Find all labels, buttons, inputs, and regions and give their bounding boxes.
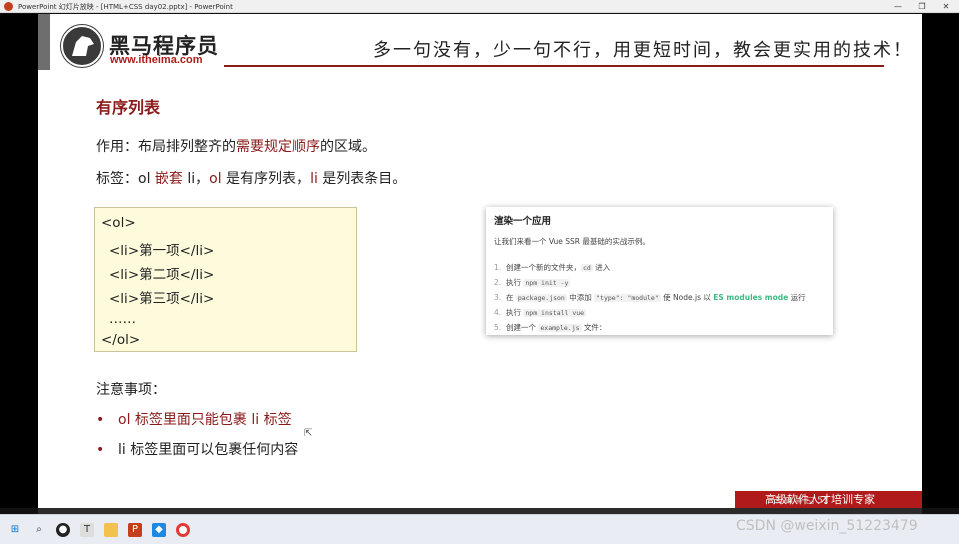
vscode-icon[interactable]: ◆ (152, 523, 166, 537)
window-titlebar: PowerPoint 幻灯片放映 - [HTML+CSS day02.pptx]… (0, 0, 959, 13)
header-gray-bar (38, 14, 50, 70)
folder-icon[interactable] (104, 523, 118, 537)
doc-step: 4. 执行 npm install vue (494, 308, 587, 317)
bullet-text: li 标签里面可以包裹任何内容 (118, 442, 299, 458)
bullet-item: • li 标签里面可以包裹任何内容 (96, 439, 298, 459)
tags-text-4: 是列表条目。 (317, 171, 407, 187)
doc-intro: 让我们来看一个 Vue SSR 最基础的实战示例。 (494, 237, 650, 246)
header-divider (224, 65, 884, 67)
powerpoint-app-icon (4, 2, 13, 11)
tags-highlight-3: li (310, 171, 318, 187)
usage-highlight: 需要规定顺序 (236, 139, 320, 155)
es-modules-link[interactable]: ES modules mode (713, 293, 788, 302)
tags-highlight-2: ol (209, 171, 222, 187)
code-line: <li>第一项</li> (109, 243, 215, 259)
code-line: </ol> (101, 332, 141, 348)
windows-icon[interactable]: ⊞ (8, 523, 22, 537)
slogan: 多一句没有，少一句不行，用更短时间，教会更实用的技术！ (373, 40, 913, 61)
slideshow-controls[interactable]: ☰ ⊞ ≡ ◱ 51 (774, 496, 829, 506)
search-icon[interactable]: ⌕ (32, 523, 46, 537)
restore-button[interactable]: ❐ (910, 0, 934, 13)
media-icon[interactable]: ● (56, 523, 70, 537)
close-button[interactable]: ✕ (934, 0, 958, 13)
chrome-icon[interactable] (176, 523, 190, 537)
slide[interactable]: 黑马程序员 www.itheima.com 多一句没有，少一句不行，用更短时间，… (38, 14, 922, 508)
bullet-item: • ol 标签里面只能包裹 li 标签 (96, 409, 292, 429)
slideshow-left-margin (0, 14, 38, 508)
window-title: PowerPoint 幻灯片放映 - [HTML+CSS day02.pptx]… (18, 3, 233, 11)
bullet-dot: • (96, 412, 105, 428)
bullet-text: ol 标签里面只能包裹 li 标签 (118, 412, 292, 428)
section-title: 有序列表 (96, 98, 161, 117)
code-line: <li>第二项</li> (109, 267, 215, 283)
code-line: <ol> (101, 215, 136, 231)
tags-highlight-1: 嵌套 (154, 171, 183, 187)
tags-text-3: 是有序列表， (221, 171, 311, 187)
code-example: <ol> <li>第一项</li> <li>第二项</li> <li>第三项</… (94, 207, 357, 352)
code-line: <li>第三项</li> (109, 291, 215, 307)
doc-step: 1. 创建一个新的文件夹， cd 进入 (494, 263, 611, 272)
usage-line: 作用：布局排列整齐的需要规定顺序的区域。 (96, 136, 376, 156)
tags-text-1: 标签：ol (96, 171, 155, 187)
tags-text-2: li， (182, 171, 210, 187)
powerpoint-icon[interactable]: P (128, 523, 142, 537)
code-line: …… (109, 311, 136, 327)
tags-line: 标签：ol 嵌套 li，ol 是有序列表，li 是列表条目。 (96, 168, 406, 188)
doc-step: 2. 执行 npm init -y (494, 278, 571, 287)
minimize-button[interactable]: — (886, 0, 910, 13)
csdn-watermark: CSDN @weixin_51223479 (736, 518, 918, 534)
notes-title: 注意事项： (96, 382, 166, 398)
doc-step: 3. 在 package.json 中添加 "type": "module" 使 … (494, 293, 806, 302)
doc-title: 渲染一个应用 (494, 216, 552, 227)
mouse-cursor-icon: ⇱ (304, 428, 313, 439)
doc-step: 5. 创建一个 example.js 文件： (494, 323, 607, 332)
usage-suffix: 的区域。 (320, 139, 376, 155)
logo-url: www.itheima.com (110, 54, 203, 66)
usage-prefix: 作用：布局排列整齐的 (96, 139, 236, 155)
slideshow-right-margin (922, 14, 959, 508)
text-icon[interactable]: T (80, 523, 94, 537)
doc-screenshot: 渲染一个应用 让我们来看一个 Vue SSR 最基础的实战示例。 1. 创建一个新… (486, 207, 833, 335)
bullet-dot: • (96, 442, 105, 458)
horse-logo-icon (60, 24, 104, 68)
